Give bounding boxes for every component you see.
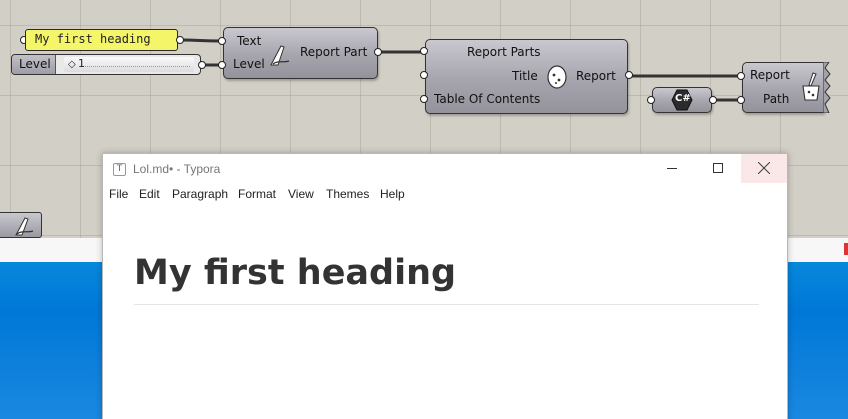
report-part-output-port[interactable]	[374, 48, 382, 56]
slider-ticks	[82, 66, 190, 68]
menu-paragraph[interactable]: Paragraph	[172, 187, 228, 201]
input-report-label: Report	[750, 68, 790, 82]
writer-input-report-port[interactable]	[737, 72, 745, 80]
save-write-icon	[802, 72, 820, 101]
csharp-input-port[interactable]	[647, 96, 655, 104]
panel-output-port[interactable]	[176, 36, 184, 44]
menu-help[interactable]: Help	[380, 187, 405, 201]
csharp-label: C#	[675, 93, 691, 104]
menu-bar: File Edit Paragraph Format View Themes H…	[103, 184, 787, 206]
slider-name: Level	[12, 55, 56, 74]
menu-format[interactable]: Format	[238, 187, 276, 201]
minimize-button[interactable]	[649, 154, 695, 183]
report-input-title-port[interactable]	[420, 71, 428, 79]
report-part-input-text-port[interactable]	[218, 37, 226, 45]
pen-icon	[15, 217, 34, 236]
egg-icon	[547, 65, 567, 89]
close-button[interactable]	[741, 154, 787, 183]
minimize-icon	[667, 168, 677, 169]
menu-file[interactable]: File	[109, 187, 128, 201]
report-component[interactable]: Report Parts Title Table Of Contents Rep…	[425, 39, 628, 114]
typora-app-icon: T	[113, 163, 126, 176]
text-panel[interactable]: My first heading	[25, 29, 178, 51]
strip-marker	[844, 243, 848, 255]
input-toc-label: Table Of Contents	[434, 92, 541, 106]
csharp-component[interactable]: C#	[652, 87, 712, 113]
close-icon	[758, 162, 770, 174]
slider-knob-icon[interactable]: ◇	[68, 59, 76, 70]
document-heading[interactable]: My first heading	[134, 250, 759, 305]
pen-icon	[270, 45, 290, 66]
report-writer-component[interactable]: Report Path	[742, 62, 824, 113]
component-jagged-edge	[823, 62, 831, 113]
output-report-part-label: Report Part	[300, 45, 368, 59]
typora-window[interactable]: T Lol.md• - Typora File Edit Paragraph F…	[102, 153, 788, 419]
report-output-port[interactable]	[625, 71, 633, 79]
level-slider[interactable]: Level ◇ 1	[11, 54, 201, 75]
maximize-button[interactable]	[695, 154, 741, 183]
writer-input-path-port[interactable]	[737, 96, 745, 104]
input-text-label: Text	[237, 34, 262, 48]
menu-themes[interactable]: Themes	[326, 187, 369, 201]
window-title: Lol.md• - Typora	[133, 162, 221, 176]
input-level-label: Level	[233, 57, 265, 71]
input-path-label: Path	[763, 92, 790, 106]
slider-track[interactable]: ◇ 1	[64, 57, 194, 72]
input-title-label: Title	[512, 69, 538, 83]
title-bar[interactable]: T Lol.md• - Typora	[103, 154, 787, 184]
partial-component[interactable]	[0, 212, 42, 238]
report-part-component[interactable]: Text Level Report Part	[223, 27, 378, 79]
menu-edit[interactable]: Edit	[139, 187, 160, 201]
output-report-label: Report	[576, 69, 616, 83]
maximize-icon	[713, 163, 723, 173]
csharp-output-port[interactable]	[709, 96, 717, 104]
panel-text: My first heading	[35, 32, 151, 46]
input-report-parts-label: Report Parts	[467, 45, 541, 59]
slider-output-port[interactable]	[198, 61, 206, 69]
report-part-input-level-port[interactable]	[218, 61, 226, 69]
report-input-toc-port[interactable]	[420, 95, 428, 103]
report-input-parts-port[interactable]	[420, 47, 428, 55]
slider-value: 1	[78, 57, 85, 70]
menu-view[interactable]: View	[288, 187, 314, 201]
